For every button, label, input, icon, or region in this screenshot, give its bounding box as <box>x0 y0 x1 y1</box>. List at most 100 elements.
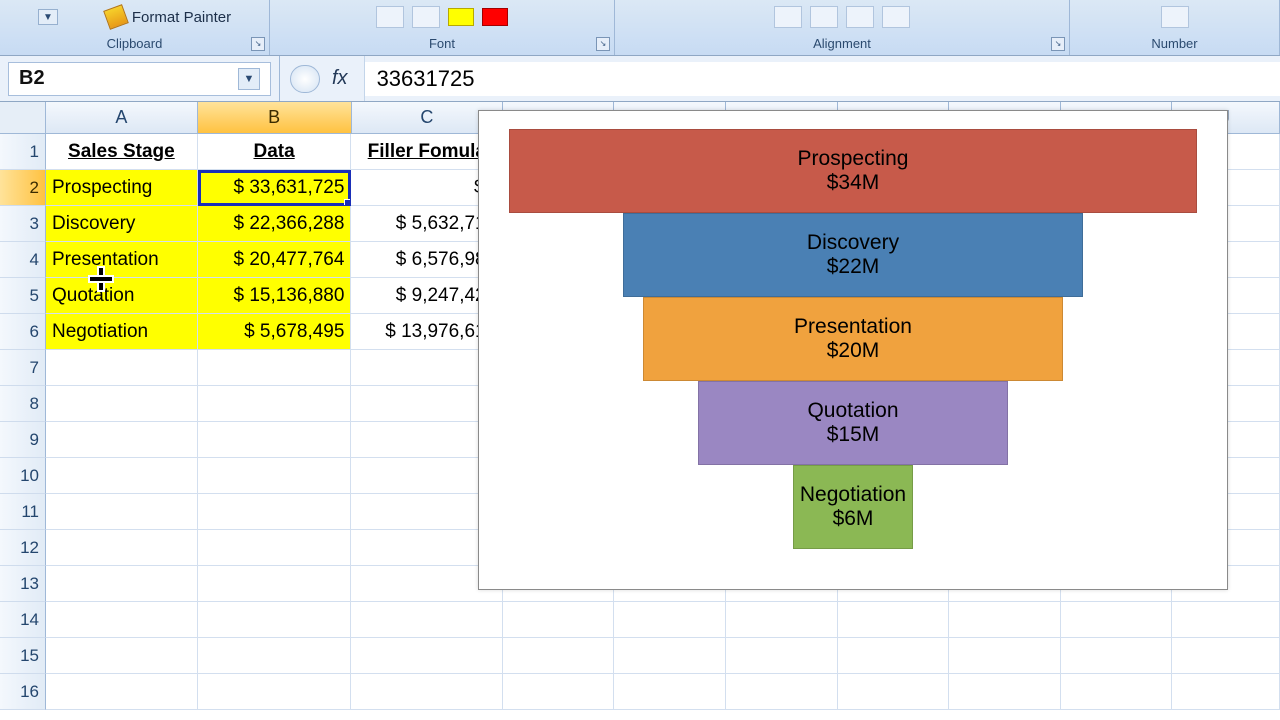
cell-B6[interactable]: $ 5,678,495 <box>198 314 352 350</box>
cell-J14[interactable] <box>1172 602 1280 638</box>
align-left-button[interactable] <box>774 6 802 28</box>
row-header-16[interactable]: 16 <box>0 674 46 710</box>
funnel-segment-presentation[interactable]: Presentation$20M <box>643 297 1063 381</box>
cell-B11[interactable] <box>198 494 352 530</box>
cell-A5[interactable]: Quotation <box>46 278 198 314</box>
font-border-button[interactable] <box>412 6 440 28</box>
cell-D16[interactable] <box>503 674 613 710</box>
cell-B16[interactable] <box>198 674 352 710</box>
cell-G14[interactable] <box>838 602 948 638</box>
column-header-A[interactable]: A <box>46 102 198 134</box>
row-header-4[interactable]: 4 <box>0 242 46 278</box>
funnel-segment-negotiation[interactable]: Negotiation$6M <box>793 465 913 549</box>
row-header-15[interactable]: 15 <box>0 638 46 674</box>
cell-A8[interactable] <box>46 386 198 422</box>
funnel-segment-prospecting[interactable]: Prospecting$34M <box>509 129 1197 213</box>
font-color-swatch[interactable] <box>482 8 508 26</box>
row-header-3[interactable]: 3 <box>0 206 46 242</box>
column-header-B[interactable]: B <box>198 102 352 134</box>
paste-dropdown-icon[interactable]: ▼ <box>38 9 58 25</box>
select-all-button[interactable] <box>0 102 46 134</box>
cell-A4[interactable]: Presentation <box>46 242 198 278</box>
cell-A3[interactable]: Discovery <box>46 206 198 242</box>
row-header-10[interactable]: 10 <box>0 458 46 494</box>
formula-cancel-icon[interactable] <box>290 65 320 93</box>
font-underline-button[interactable] <box>376 6 404 28</box>
cell-C16[interactable] <box>351 674 503 710</box>
cell-C15[interactable] <box>351 638 503 674</box>
cell-A12[interactable] <box>46 530 198 566</box>
cell-B2[interactable]: $ 33,631,725 <box>198 170 352 206</box>
cell-A15[interactable] <box>46 638 198 674</box>
cell-I14[interactable] <box>1061 602 1171 638</box>
cell-B7[interactable] <box>198 350 352 386</box>
cell-C14[interactable] <box>351 602 503 638</box>
name-box-dropdown-icon[interactable]: ▼ <box>238 68 260 90</box>
row-header-7[interactable]: 7 <box>0 350 46 386</box>
clipboard-dialog-launcher[interactable]: ↘ <box>251 37 265 51</box>
cell-I16[interactable] <box>1061 674 1171 710</box>
cell-J16[interactable] <box>1172 674 1280 710</box>
cell-B14[interactable] <box>198 602 352 638</box>
row-header-8[interactable]: 8 <box>0 386 46 422</box>
cell-G15[interactable] <box>838 638 948 674</box>
fill-color-swatch[interactable] <box>448 8 474 26</box>
row-header-12[interactable]: 12 <box>0 530 46 566</box>
cell-F16[interactable] <box>726 674 838 710</box>
row-header-1[interactable]: 1 <box>0 134 46 170</box>
cell-F14[interactable] <box>726 602 838 638</box>
cell-H15[interactable] <box>949 638 1061 674</box>
funnel-segment-quotation[interactable]: Quotation$15M <box>698 381 1008 465</box>
funnel-segment-discovery[interactable]: Discovery$22M <box>623 213 1083 297</box>
align-center-button[interactable] <box>810 6 838 28</box>
font-dialog-launcher[interactable]: ↘ <box>596 37 610 51</box>
cell-A2[interactable]: Prospecting <box>46 170 198 206</box>
cell-E16[interactable] <box>614 674 726 710</box>
cell-H16[interactable] <box>949 674 1061 710</box>
row-header-11[interactable]: 11 <box>0 494 46 530</box>
cell-A13[interactable] <box>46 566 198 602</box>
cell-B15[interactable] <box>198 638 352 674</box>
row-header-6[interactable]: 6 <box>0 314 46 350</box>
cell-A7[interactable] <box>46 350 198 386</box>
cell-F15[interactable] <box>726 638 838 674</box>
name-box[interactable]: B2 ▼ <box>8 62 271 96</box>
row-header-5[interactable]: 5 <box>0 278 46 314</box>
cell-D14[interactable] <box>503 602 613 638</box>
merge-button[interactable] <box>882 6 910 28</box>
format-painter-button[interactable]: Format Painter <box>66 7 231 27</box>
cell-A16[interactable] <box>46 674 198 710</box>
row-header-9[interactable]: 9 <box>0 422 46 458</box>
number-format-button[interactable] <box>1161 6 1189 28</box>
cell-D15[interactable] <box>503 638 613 674</box>
cell-A6[interactable]: Negotiation <box>46 314 198 350</box>
fx-icon[interactable]: fx <box>326 67 354 90</box>
cell-B5[interactable]: $ 15,136,880 <box>198 278 352 314</box>
cell-A14[interactable] <box>46 602 198 638</box>
cell-E14[interactable] <box>614 602 726 638</box>
funnel-chart[interactable]: Prospecting$34MDiscovery$22MPresentation… <box>478 110 1228 590</box>
cell-G16[interactable] <box>838 674 948 710</box>
row-header-2[interactable]: 2 <box>0 170 46 206</box>
cell-A10[interactable] <box>46 458 198 494</box>
cell-B1[interactable]: Data <box>198 134 352 170</box>
cell-B4[interactable]: $ 20,477,764 <box>198 242 352 278</box>
cell-H14[interactable] <box>949 602 1061 638</box>
cell-B13[interactable] <box>198 566 352 602</box>
cell-B12[interactable] <box>198 530 352 566</box>
align-right-button[interactable] <box>846 6 874 28</box>
cell-J15[interactable] <box>1172 638 1280 674</box>
cell-A9[interactable] <box>46 422 198 458</box>
cell-E15[interactable] <box>614 638 726 674</box>
row-header-14[interactable]: 14 <box>0 602 46 638</box>
cell-A1[interactable]: Sales Stage <box>46 134 198 170</box>
cell-B10[interactable] <box>198 458 352 494</box>
formula-input[interactable] <box>365 62 1280 96</box>
cell-B3[interactable]: $ 22,366,288 <box>198 206 352 242</box>
cell-B8[interactable] <box>198 386 352 422</box>
row-header-13[interactable]: 13 <box>0 566 46 602</box>
cell-A11[interactable] <box>46 494 198 530</box>
cell-I15[interactable] <box>1061 638 1171 674</box>
cell-B9[interactable] <box>198 422 352 458</box>
alignment-dialog-launcher[interactable]: ↘ <box>1051 37 1065 51</box>
